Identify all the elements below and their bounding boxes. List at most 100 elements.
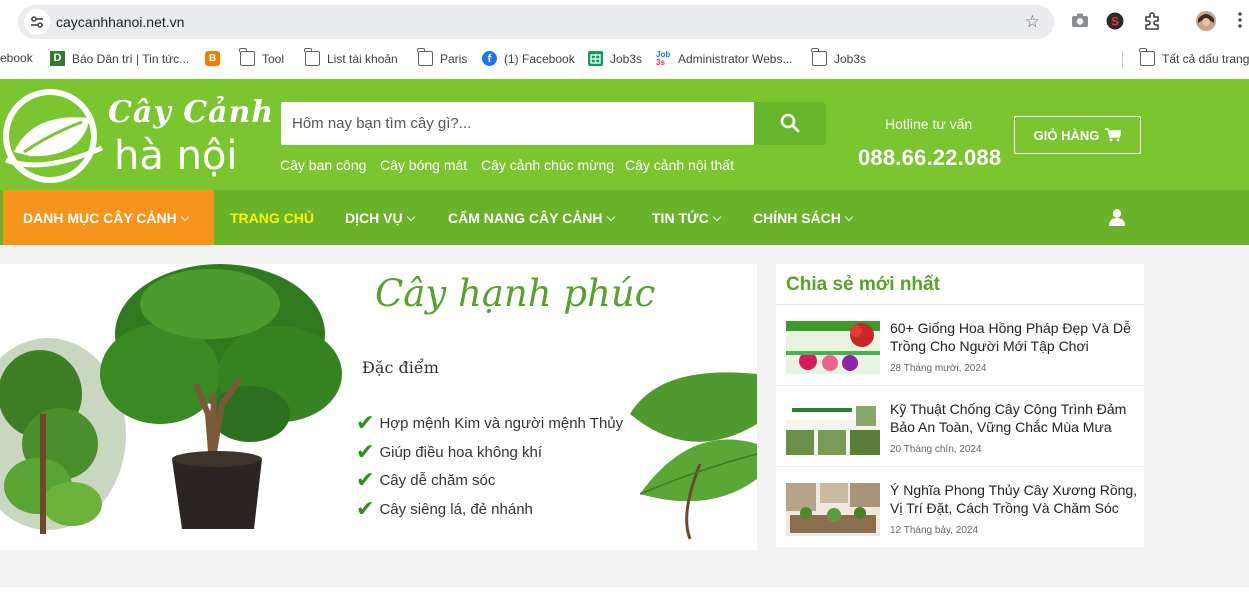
chevron-down-icon bbox=[180, 212, 189, 222]
post-thumbnail[interactable] bbox=[786, 402, 880, 455]
check-icon: ✔ bbox=[356, 410, 375, 435]
quick-link-gift[interactable]: Cây cảnh chúc mừng bbox=[481, 157, 614, 173]
bookmark-label: Job3s bbox=[834, 51, 867, 66]
folder-icon bbox=[811, 48, 827, 66]
post-item[interactable]: 60+ Giống Hoa Hồng Pháp Đẹp Và Dễ Trồng … bbox=[776, 305, 1144, 385]
bookmark-label: ebook bbox=[0, 51, 33, 65]
bookmark-item[interactable]: f (1) Facebook bbox=[482, 51, 575, 66]
cart-icon bbox=[1105, 128, 1122, 142]
quick-link-shade[interactable]: Cây bóng mát bbox=[380, 157, 467, 173]
quick-link-balcony[interactable]: Cây ban công bbox=[280, 157, 366, 173]
nav-item-home[interactable]: TRANG CHỦ bbox=[230, 210, 314, 226]
bookmark-item[interactable]: B bbox=[205, 51, 227, 66]
latest-posts-widget: Chia sẻ mới nhất 60+ Giống Hoa Hồng Pháp… bbox=[776, 264, 1144, 547]
check-icon: ✔ bbox=[356, 439, 375, 464]
check-icon: ✔ bbox=[356, 467, 375, 492]
profile-avatar[interactable] bbox=[1196, 11, 1216, 36]
quick-link-indoor[interactable]: Cây cảnh nội thất bbox=[625, 157, 734, 173]
category-menu-label: DANH MỤC CÂY CẢNH bbox=[23, 210, 189, 226]
nav-item-services[interactable]: DỊCH VỤ bbox=[345, 210, 415, 226]
hotline-number[interactable]: 088.66.22.088 bbox=[858, 145, 1001, 171]
bookmark-label: Administrator Webs... bbox=[678, 51, 793, 66]
blogger-icon: B bbox=[205, 51, 220, 66]
folder-icon bbox=[239, 48, 255, 66]
cart-button[interactable]: GIỎ HÀNG bbox=[1014, 116, 1141, 154]
address-bar[interactable]: caycanhhanoi.net.vn ☆ bbox=[18, 5, 1054, 39]
svg-text:S: S bbox=[1111, 15, 1119, 29]
search-button[interactable] bbox=[754, 102, 826, 145]
hero-banner[interactable]: Cây hạnh phúc Đặc điểm ✔ Hợp mệnh Kim và … bbox=[0, 264, 757, 550]
facebook-icon: f bbox=[482, 51, 497, 66]
bookmarks-bar: ebook D Báo Dân trí | Tin tức... B Tool … bbox=[0, 47, 1249, 71]
bookmark-item[interactable]: Job3s bbox=[811, 48, 867, 66]
bookmark-item[interactable]: Job3s bbox=[588, 51, 642, 66]
banner-subtitle: Đặc điểm bbox=[362, 358, 439, 377]
folder-icon bbox=[417, 48, 433, 66]
chevron-down-icon bbox=[844, 212, 854, 222]
bookmark-star-icon[interactable]: ☆ bbox=[1025, 13, 1040, 30]
bookmark-item[interactable]: Tool bbox=[239, 48, 285, 66]
chevron-down-icon bbox=[606, 212, 615, 222]
post-title[interactable]: 60+ Giống Hoa Hồng Pháp Đẹp Và Dễ Trồng … bbox=[890, 319, 1138, 357]
bookmark-label: Báo Dân trí | Tin tức... bbox=[72, 51, 190, 66]
folder-icon bbox=[304, 48, 320, 66]
hotline-label: Hotline tư vấn bbox=[885, 116, 973, 132]
brand-name-bottom: hà nội bbox=[114, 133, 238, 179]
folder-icon bbox=[1139, 48, 1155, 66]
post-date: 12 Tháng bảy, 2024 bbox=[890, 525, 979, 536]
site-logo[interactable] bbox=[2, 88, 106, 189]
bookmark-item[interactable]: List tài khoản bbox=[304, 48, 398, 66]
main-nav: DANH MỤC CÂY CẢNH TRANG CHỦ DỊCH VỤ CẨM … bbox=[0, 190, 1249, 245]
nav-item-handbook[interactable]: CẨM NANG CÂY CẢNH bbox=[448, 210, 615, 226]
seo-extension-icon[interactable]: S bbox=[1106, 11, 1124, 36]
bookmark-item[interactable]: Paris bbox=[417, 48, 468, 66]
all-bookmarks-item[interactable]: Tất cả dấu trang bbox=[1139, 48, 1249, 66]
chevron-down-icon bbox=[712, 212, 721, 222]
post-title[interactable]: Kỹ Thuật Chống Cây Công Trình Đảm Bảo An… bbox=[890, 400, 1138, 438]
leaf-logo-icon bbox=[3, 89, 103, 183]
page-bottom-band bbox=[0, 587, 1249, 605]
banner-feature: ✔ Cây siêng lá, đẻ nhánh bbox=[356, 496, 533, 521]
post-title[interactable]: Ý Nghĩa Phong Thủy Cây Xương Rồng, Vị Tr… bbox=[890, 481, 1138, 519]
post-date: 20 Tháng chín, 2024 bbox=[890, 444, 982, 455]
post-thumbnail[interactable] bbox=[786, 483, 880, 536]
nav-item-policy[interactable]: CHÍNH SÁCH bbox=[753, 210, 854, 226]
banner-feature: ✔ Hợp mệnh Kim và người mệnh Thủy bbox=[356, 410, 624, 435]
brand-name-top: Cây Cảnh bbox=[108, 95, 275, 130]
post-date: 28 Tháng mười, 2024 bbox=[890, 363, 987, 374]
site-info-icon[interactable] bbox=[24, 9, 50, 35]
job3s-icon: Job 3s bbox=[656, 50, 671, 67]
bookmark-label: List tài khoản bbox=[327, 51, 398, 66]
post-item[interactable]: Kỹ Thuật Chống Cây Công Trình Đảm Bảo An… bbox=[776, 386, 1144, 466]
post-item[interactable]: Ý Nghĩa Phong Thủy Cây Xương Rồng, Vị Tr… bbox=[776, 467, 1144, 547]
browser-chrome: caycanhhanoi.net.vn ☆ S ebook D Báo Dân … bbox=[0, 0, 1249, 79]
main-content: Cây hạnh phúc Đặc điểm ✔ Hợp mệnh Kim và … bbox=[0, 245, 1249, 587]
search-input[interactable] bbox=[281, 102, 754, 145]
widget-title: Chia sẻ mới nhất bbox=[786, 274, 940, 295]
dantri-icon: D bbox=[50, 51, 65, 66]
bookmark-label: Tool bbox=[262, 51, 285, 66]
extensions-puzzle-icon[interactable] bbox=[1143, 12, 1161, 35]
post-thumbnail[interactable] bbox=[786, 321, 880, 374]
category-menu-button[interactable]: DANH MỤC CÂY CẢNH bbox=[3, 190, 214, 245]
bookmark-label: Tất cả dấu trang bbox=[1162, 51, 1249, 66]
camera-icon[interactable] bbox=[1071, 12, 1089, 33]
bookmark-item[interactable]: D Báo Dân trí | Tin tức... bbox=[50, 51, 189, 66]
bookmark-item[interactable]: ebook bbox=[0, 51, 33, 65]
bookmark-item[interactable]: Job 3s Administrator Webs... bbox=[656, 50, 793, 67]
search-icon bbox=[780, 113, 800, 133]
bookmark-label: Paris bbox=[440, 51, 468, 66]
bookmark-label: (1) Facebook bbox=[504, 51, 575, 66]
nav-item-news[interactable]: TIN TỨC bbox=[652, 210, 721, 226]
bookmark-label: Job3s bbox=[610, 51, 643, 66]
url-text[interactable]: caycanhhanoi.net.vn bbox=[56, 14, 184, 30]
site-header: Cây Cảnh hà nội Cây ban công Cây bóng má… bbox=[0, 79, 1249, 190]
menu-kebab-icon[interactable] bbox=[1238, 12, 1242, 33]
cart-label: GIỎ HÀNG bbox=[1033, 127, 1100, 143]
sheets-icon bbox=[588, 51, 603, 66]
banner-feature: ✔ Giúp điều hoa không khí bbox=[356, 439, 543, 464]
user-account-icon[interactable] bbox=[1108, 208, 1126, 231]
bookmarks-divider bbox=[1122, 51, 1123, 68]
banner-title: Cây hạnh phúc bbox=[375, 272, 656, 315]
banner-feature: ✔ Cây dễ chăm sóc bbox=[356, 467, 496, 492]
